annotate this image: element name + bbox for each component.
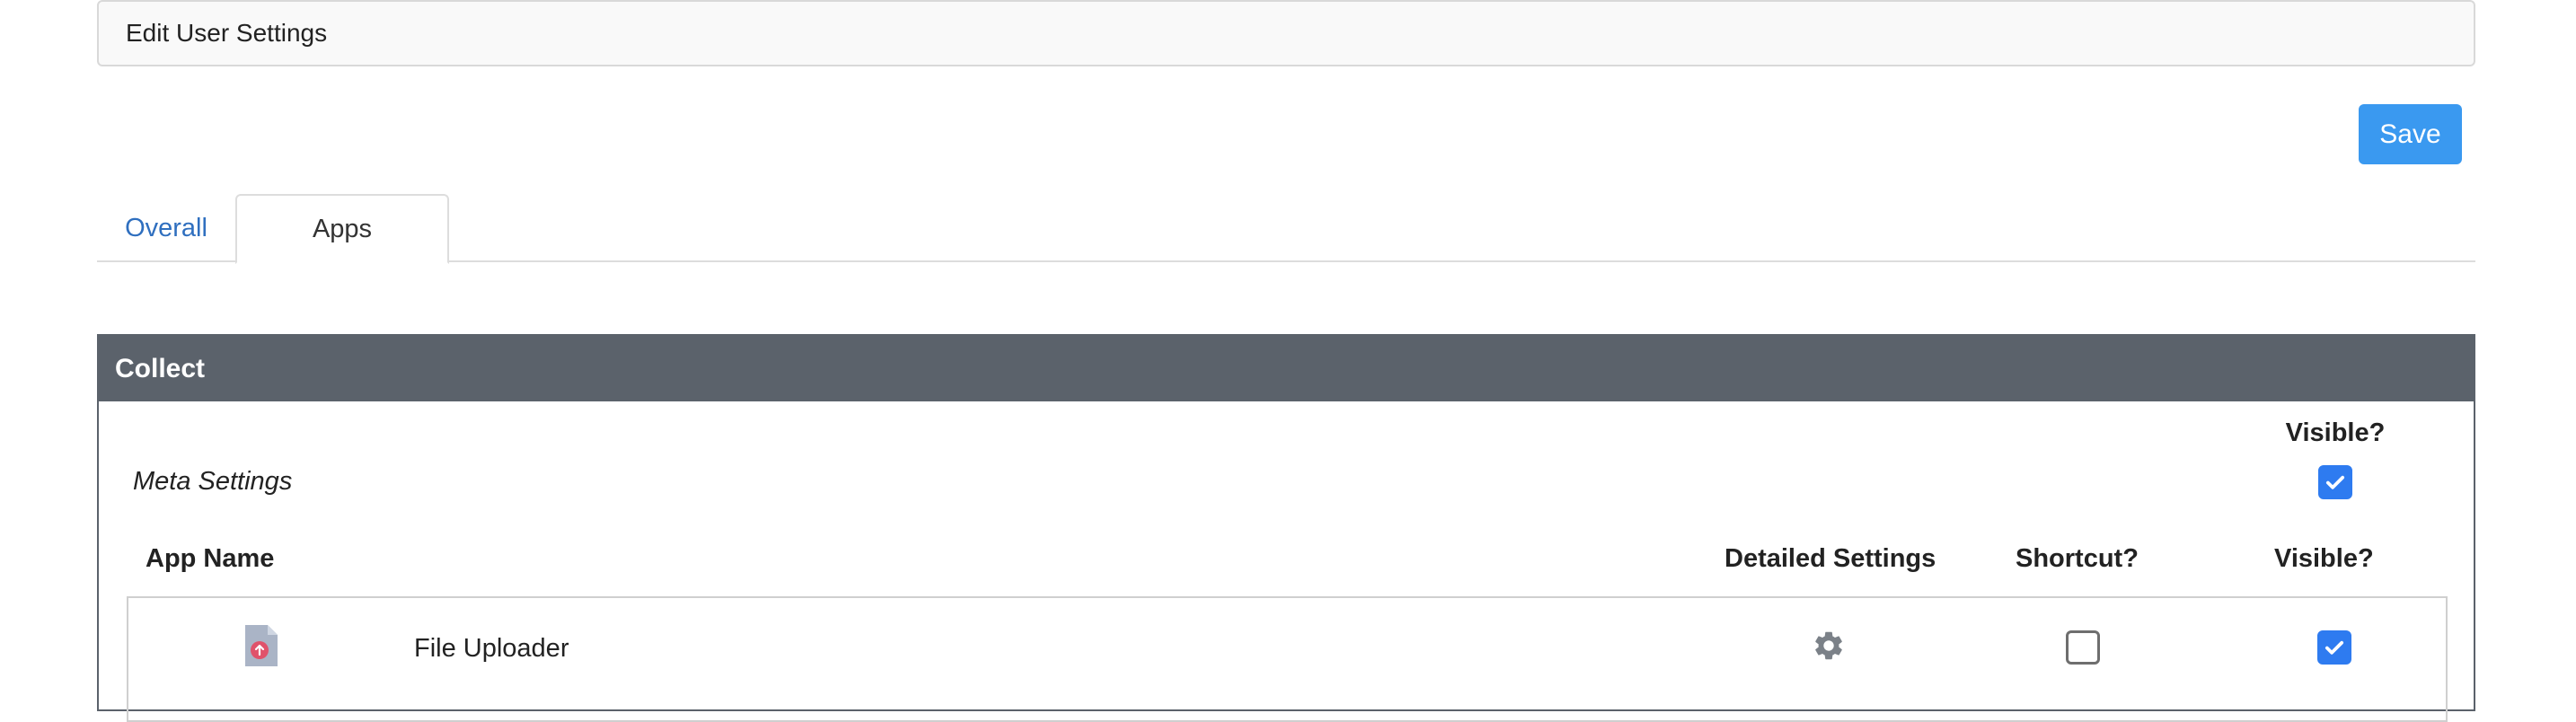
page-title: Edit User Settings [126,19,328,47]
apps-table: File Uploader [127,596,2448,722]
meta-visible-header: Visible? [2285,418,2386,447]
edit-user-settings-page: Edit User Settings Save Overall Apps Col… [0,0,2576,722]
checkmark-icon [2325,475,2345,489]
meta-visible-checkbox[interactable] [2318,465,2352,499]
settings-tabs: Overall Apps [97,194,2475,264]
visible-checkbox[interactable] [2317,630,2351,665]
collect-panel-title: Collect [115,353,206,383]
column-header-app-name: App Name [146,544,275,573]
column-header-detailed-settings: Detailed Settings [1725,544,1936,573]
tab-apps[interactable]: Apps [235,194,449,264]
settings-header-panel: Edit User Settings [97,0,2475,66]
shortcut-checkbox[interactable] [2066,630,2100,665]
column-header-shortcut: Shortcut? [2016,544,2139,573]
checkmark-icon [2325,640,2344,655]
collect-panel: Collect Visible? Meta Settings App Name … [97,334,2475,722]
save-button[interactable]: Save [2359,104,2462,164]
collect-panel-header: Collect [99,336,2474,401]
meta-settings-label: Meta Settings [133,467,293,496]
gear-icon[interactable] [1812,629,1846,663]
column-header-visible: Visible? [2274,544,2374,573]
tab-overall[interactable]: Overall [97,194,235,262]
file-upload-icon [245,625,278,666]
app-name-label: File Uploader [414,634,569,663]
